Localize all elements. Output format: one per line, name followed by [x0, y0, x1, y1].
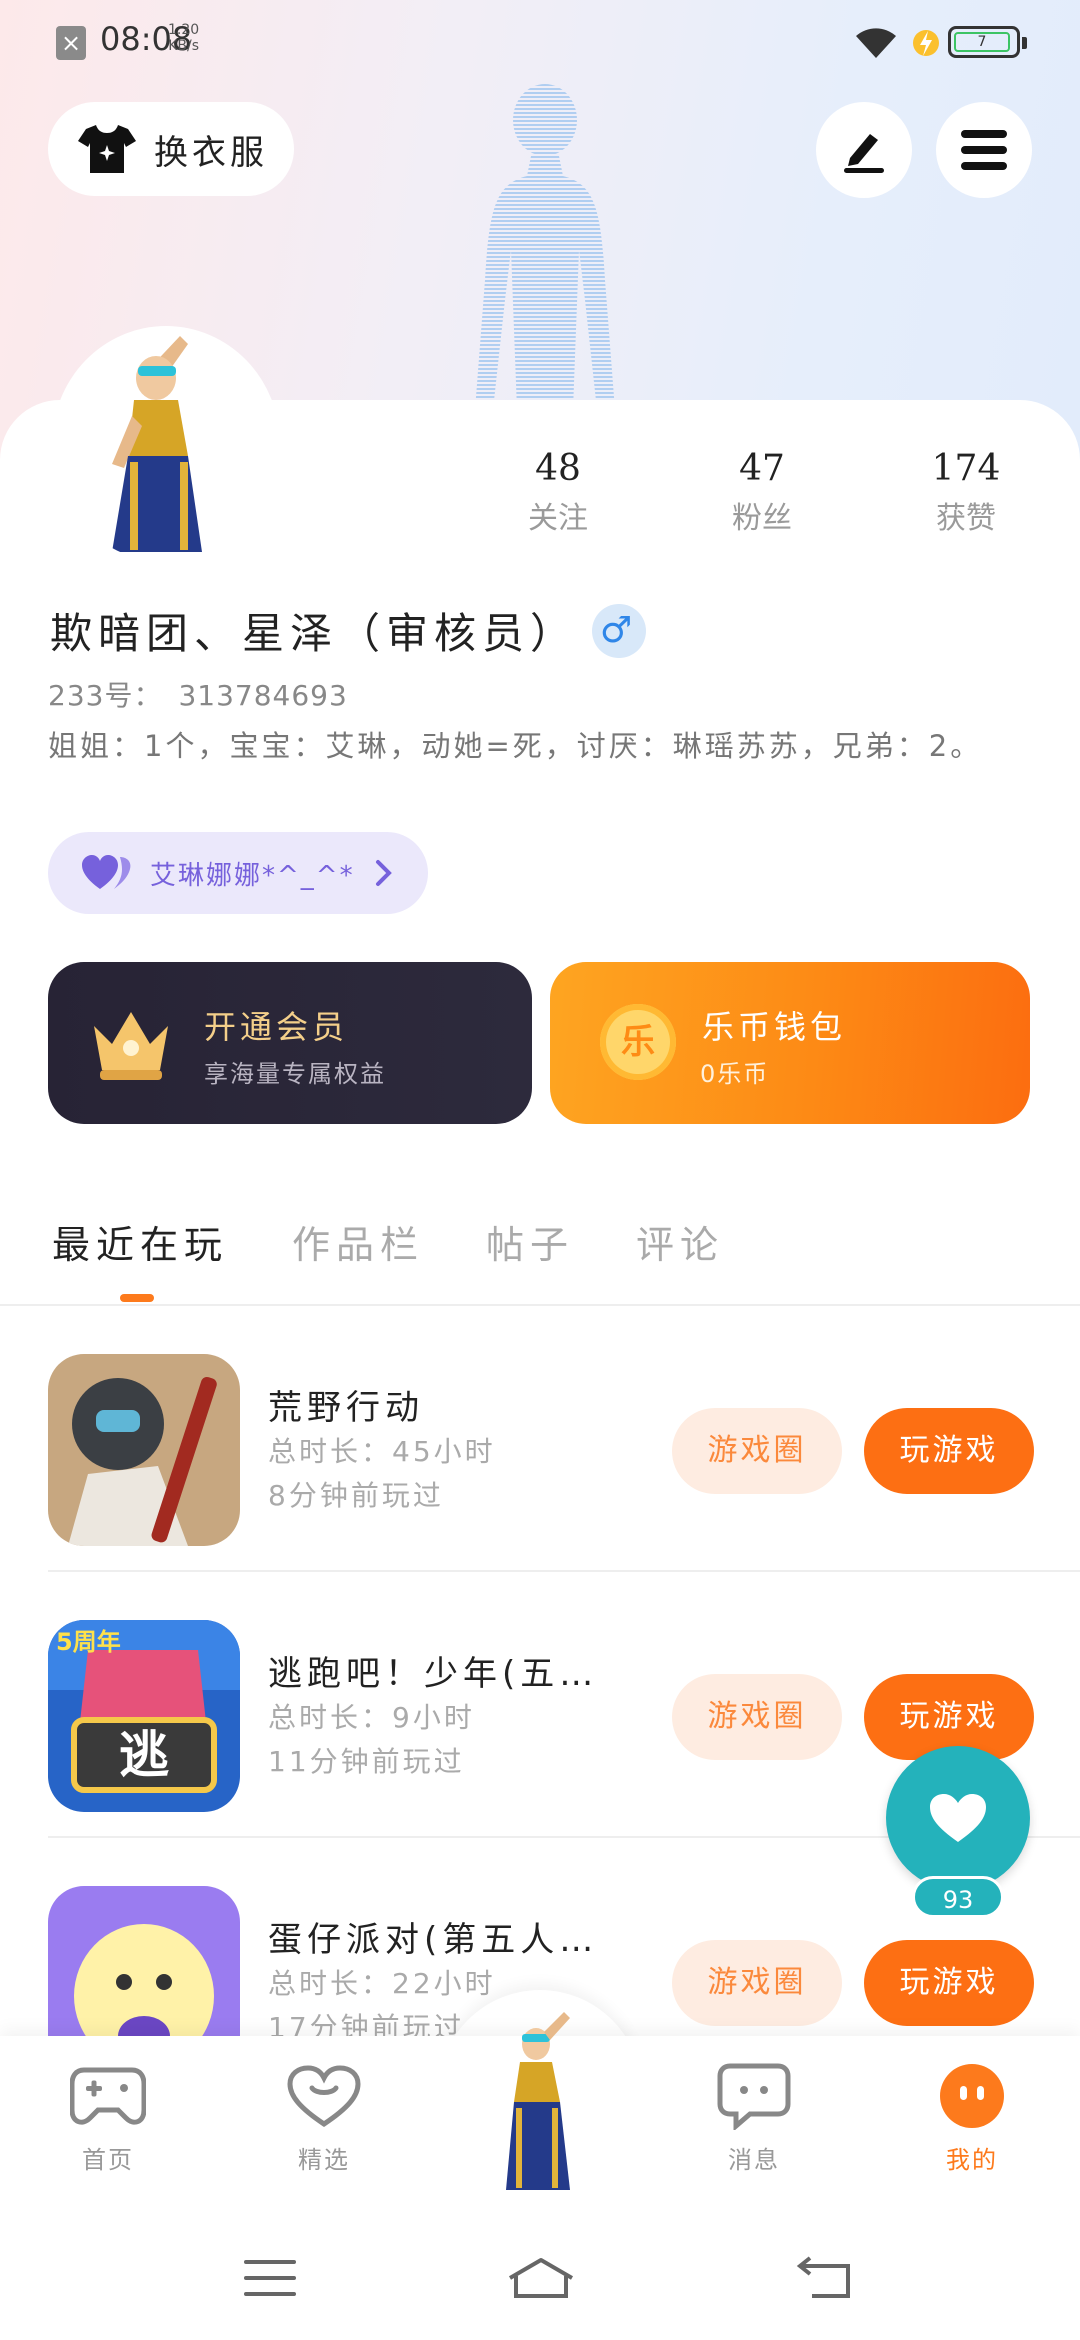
game-total-time: 总时长：45小时 — [268, 1435, 496, 1468]
nav-item-messages[interactable]: 消息 — [694, 2062, 814, 2175]
vip-subtitle: 享海量专属权益 — [204, 1060, 386, 1088]
gender-male-icon: ♂ — [592, 603, 647, 658]
notification-close-icon: × — [56, 26, 86, 60]
nav-label-home: 首页 — [82, 2146, 134, 2174]
stat-likes-label: 获赞 — [936, 501, 996, 536]
tab-works[interactable]: 作品栏 — [292, 1214, 424, 1269]
recent-apps-icon[interactable] — [240, 2256, 300, 2300]
game-circle-button[interactable]: 游戏圈 — [672, 1674, 842, 1760]
user-nickname-row: 欺暗团、星泽（审核员） ♂ — [50, 600, 647, 661]
network-speed: 1.20 KB/s — [168, 22, 199, 54]
shirt-icon — [78, 125, 136, 173]
game-last-played: 8分钟前玩过 — [268, 1479, 444, 1512]
tab-recently-played[interactable]: 最近在玩 — [52, 1214, 228, 1269]
menu-button[interactable] — [936, 102, 1032, 198]
vip-title: 开通会员 — [204, 1008, 349, 1046]
charging-icon — [913, 30, 939, 56]
heart-icon — [930, 1794, 986, 1842]
hologram-figure — [475, 84, 615, 410]
network-speed-unit: KB/s — [168, 38, 199, 54]
stat-following-label: 关注 — [528, 501, 588, 536]
profile-tabs: 最近在玩 作品栏 帖子 评论 — [0, 1200, 1080, 1306]
profile-face-icon — [940, 2064, 1004, 2128]
game-name: 逃跑吧！少年(五… — [268, 1654, 599, 1694]
stat-followers-label: 粉丝 — [732, 501, 792, 536]
user-avatar[interactable] — [52, 326, 280, 562]
floating-like-button[interactable] — [886, 1746, 1030, 1890]
stat-followers-value: 47 — [739, 448, 785, 489]
back-icon[interactable] — [796, 2256, 856, 2300]
game-total-time: 总时长：22小时 — [268, 1967, 496, 2000]
home-icon[interactable] — [506, 2256, 576, 2300]
nav-label-messages: 消息 — [728, 2146, 780, 2174]
stat-likes[interactable]: 174 获赞 — [886, 448, 1046, 537]
gamepad-icon — [69, 2067, 147, 2125]
stat-following-value: 48 — [535, 448, 581, 489]
change-outfit-button[interactable]: 换衣服 — [48, 102, 294, 196]
user-nickname: 欺暗团、星泽（审核员） — [50, 609, 579, 658]
tab-comments[interactable]: 评论 — [636, 1214, 724, 1269]
game-row[interactable]: 荒野行动 总时长：45小时 8分钟前玩过 游戏圈 玩游戏 — [48, 1306, 1080, 1572]
active-tab-indicator — [120, 1294, 154, 1302]
system-navigation-bar — [0, 2212, 1080, 2340]
play-game-button[interactable]: 玩游戏 — [864, 1408, 1034, 1494]
nav-center-avatar[interactable] — [484, 2010, 596, 2200]
tab-posts[interactable]: 帖子 — [486, 1214, 574, 1269]
user-bio: 姐姐：1个，宝宝：艾琳，动她=死，讨厌：琳瑶苏苏，兄弟：2。 — [48, 729, 983, 763]
game-icon-escape: 逃 5周年 — [48, 1620, 240, 1812]
user-id-label: 233号： — [48, 679, 163, 712]
wifi-icon — [856, 28, 896, 58]
change-outfit-label: 换衣服 — [154, 132, 268, 173]
status-bar: × 08:08 1.20 KB/s 7 — [0, 0, 1080, 80]
wallet-subtitle: 0乐币 — [700, 1060, 770, 1088]
game-name: 荒野行动 — [268, 1388, 424, 1428]
user-id-value: 313784693 — [178, 679, 348, 712]
nav-item-mine[interactable]: 我的 — [912, 2062, 1032, 2175]
game-icon-char: 逃 — [119, 1726, 169, 1784]
game-total-time: 总时长：9小时 — [268, 1701, 475, 1734]
double-heart-icon — [82, 855, 131, 889]
nav-item-featured[interactable]: 精选 — [264, 2062, 384, 2175]
relation-label: 艾琳娜娜*^_^* — [150, 860, 355, 891]
game-circle-button[interactable]: 游戏圈 — [672, 1940, 842, 2026]
relation-badge-button[interactable]: 艾琳娜娜*^_^* — [48, 832, 428, 914]
heart-outline-icon — [287, 2065, 361, 2128]
stat-followers[interactable]: 47 粉丝 — [682, 448, 842, 537]
battery-level: 7 — [954, 32, 1010, 52]
game-circle-button[interactable]: 游戏圈 — [672, 1408, 842, 1494]
nav-label-featured: 精选 — [298, 2146, 350, 2174]
crown-icon — [94, 1012, 168, 1080]
chevron-right-icon — [375, 860, 392, 886]
game-last-played: 11分钟前玩过 — [268, 1745, 465, 1778]
game-icon-wilderness — [48, 1354, 240, 1546]
game-name: 蛋仔派对(第五人… — [268, 1920, 599, 1960]
wallet-title: 乐币钱包 — [702, 1008, 847, 1046]
game-icon-badge: 5周年 — [56, 1628, 121, 1656]
coin-icon: 乐 — [600, 1004, 676, 1080]
floating-like-count: 93 — [912, 1876, 1004, 1918]
chat-bubble-icon — [717, 2063, 791, 2132]
nav-label-mine: 我的 — [946, 2146, 998, 2174]
stat-following[interactable]: 48 关注 — [478, 448, 638, 537]
user-id[interactable]: 233号： 313784693 — [48, 674, 348, 714]
stat-likes-value: 174 — [931, 448, 1001, 489]
hamburger-menu-icon — [961, 130, 1007, 170]
nav-item-home[interactable]: 首页 — [48, 2062, 168, 2175]
avatar-character — [112, 336, 202, 552]
play-game-button[interactable]: 玩游戏 — [864, 1940, 1034, 2026]
vip-membership-card[interactable]: 开通会员 享海量专属权益 — [48, 962, 532, 1124]
network-speed-value: 1.20 — [168, 22, 200, 38]
edit-icon — [844, 134, 884, 173]
wallet-card[interactable]: 乐 乐币钱包 0乐币 — [550, 962, 1030, 1124]
battery-icon: 7 — [948, 26, 1027, 58]
edit-profile-button[interactable] — [816, 102, 912, 198]
